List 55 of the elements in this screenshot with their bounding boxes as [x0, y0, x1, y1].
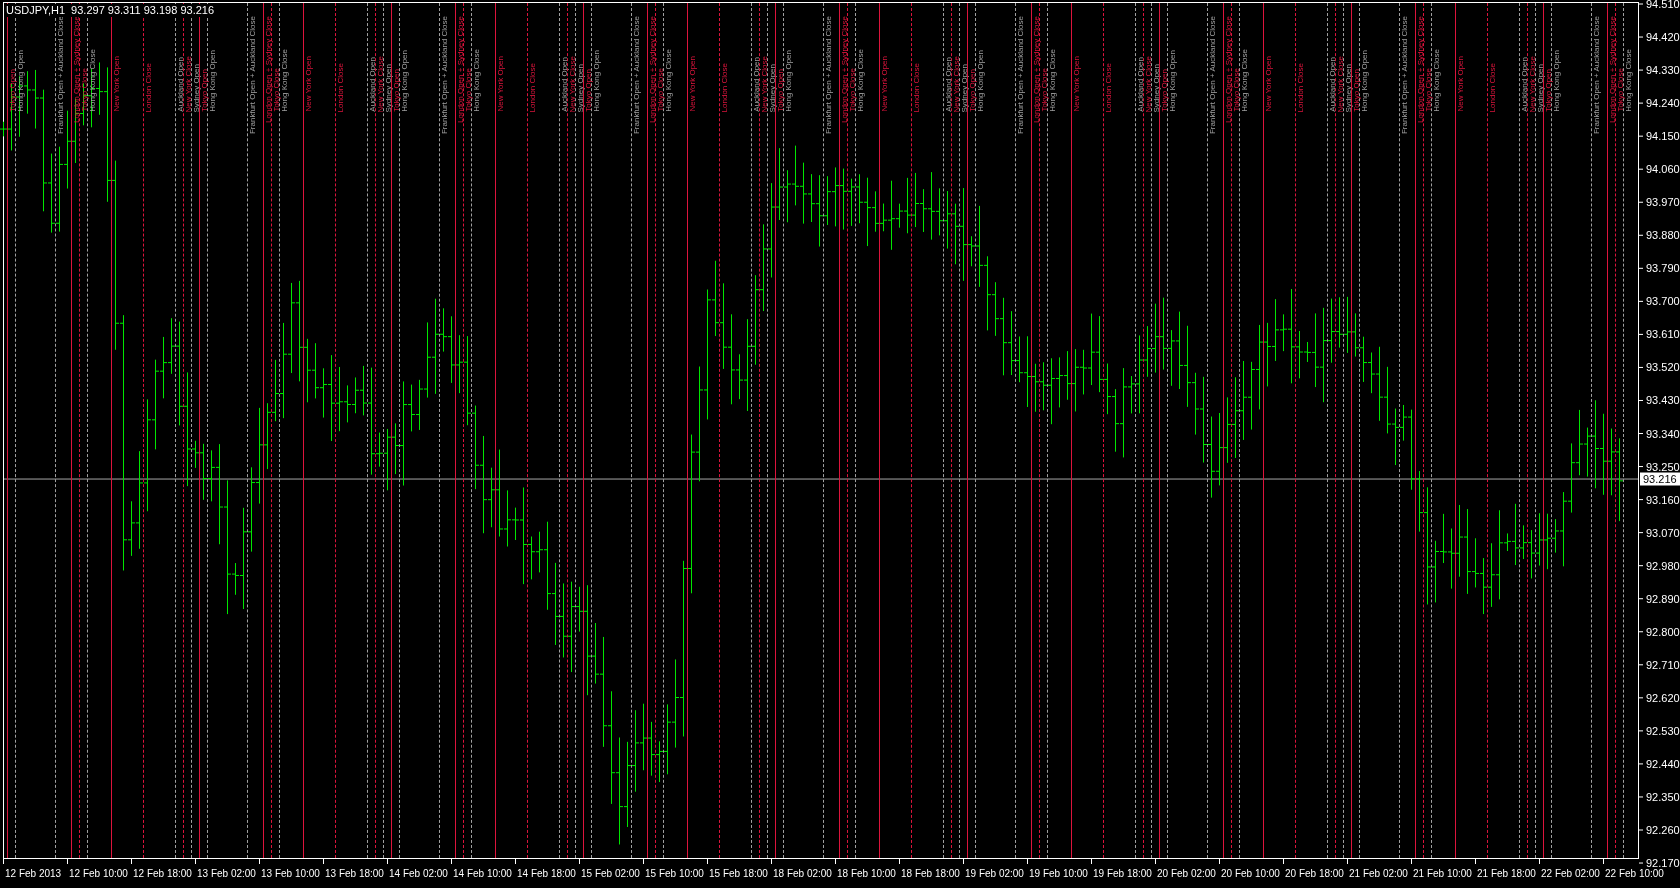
time-tick-label: 14 Feb 10:00	[453, 867, 512, 880]
price-tick-label: 93.700	[1646, 295, 1680, 308]
price-tick-label: 94.060	[1646, 163, 1680, 176]
time-tick-label: 12 Feb 18:00	[133, 867, 192, 880]
time-tick-label: 13 Feb 02:00	[197, 867, 256, 880]
time-tick-label: 18 Feb 10:00	[837, 867, 896, 880]
price-tick-label: 93.160	[1646, 493, 1680, 506]
time-tick-label: 21 Feb 18:00	[1477, 867, 1536, 880]
price-tick-label: 92.620	[1646, 691, 1680, 704]
time-tick-label: 12 Feb 2013	[5, 867, 62, 880]
price-tick-label: 94.330	[1646, 64, 1680, 77]
time-tick-label: 22 Feb 10:00	[1605, 867, 1664, 880]
time-tick-label: 20 Feb 02:00	[1157, 867, 1216, 880]
price-tick-label: 93.610	[1646, 328, 1680, 341]
time-tick-label: 15 Feb 02:00	[581, 867, 640, 880]
symbol-label: USDJPY,H1	[6, 4, 66, 17]
time-tick-label: 12 Feb 10:00	[69, 867, 128, 880]
time-tick-label: 19 Feb 02:00	[965, 867, 1024, 880]
price-tick-label: 93.520	[1646, 361, 1680, 374]
time-tick-label: 15 Feb 18:00	[709, 867, 768, 880]
time-tick-label: 14 Feb 18:00	[517, 867, 576, 880]
time-tick-label: 13 Feb 10:00	[261, 867, 320, 880]
time-tick-label: 13 Feb 18:00	[325, 867, 384, 880]
time-tick-label: 20 Feb 18:00	[1285, 867, 1344, 880]
price-tick-label: 92.440	[1646, 757, 1680, 770]
time-tick-label: 21 Feb 10:00	[1413, 867, 1472, 880]
time-tick-label: 19 Feb 18:00	[1093, 867, 1152, 880]
time-tick-label: 14 Feb 02:00	[389, 867, 448, 880]
time-tick-label: 22 Feb 02:00	[1541, 867, 1600, 880]
time-tick-label: 21 Feb 02:00	[1349, 867, 1408, 880]
price-tick-label: 92.260	[1646, 824, 1680, 836]
time-tick-label: 19 Feb 10:00	[1029, 867, 1088, 880]
price-tick-label: 94.420	[1646, 31, 1680, 44]
time-tick-label: 15 Feb 10:00	[645, 867, 704, 880]
price-tick-label: 93.070	[1646, 526, 1680, 539]
price-tick-label: 92.800	[1646, 625, 1680, 638]
price-tick-label: 93.430	[1646, 394, 1680, 407]
price-tick-label: 94.510	[1646, 0, 1680, 10]
time-tick-label: 18 Feb 18:00	[901, 867, 960, 880]
price-tick-label: 92.890	[1646, 592, 1680, 605]
price-tick-label: 92.170	[1646, 857, 1680, 870]
time-tick-label: 18 Feb 02:00	[773, 867, 832, 880]
price-tick-label: 92.530	[1646, 724, 1680, 737]
price-tick-label: 94.150	[1646, 130, 1680, 143]
price-tick-label: 94.240	[1646, 97, 1680, 110]
price-tick-label: 93.880	[1646, 229, 1680, 242]
price-tick-label: 93.790	[1646, 262, 1680, 275]
price-tick-label: 93.250	[1646, 460, 1680, 473]
price-tick-label: 93.340	[1646, 427, 1680, 440]
price-tick-label: 92.980	[1646, 559, 1680, 572]
current-price-label: 93.216	[1640, 472, 1680, 486]
price-tick-label: 92.350	[1646, 790, 1680, 803]
price-tick-label: 92.710	[1646, 658, 1680, 671]
price-tick-label: 93.970	[1646, 196, 1680, 209]
time-tick-label: 20 Feb 10:00	[1221, 867, 1280, 880]
